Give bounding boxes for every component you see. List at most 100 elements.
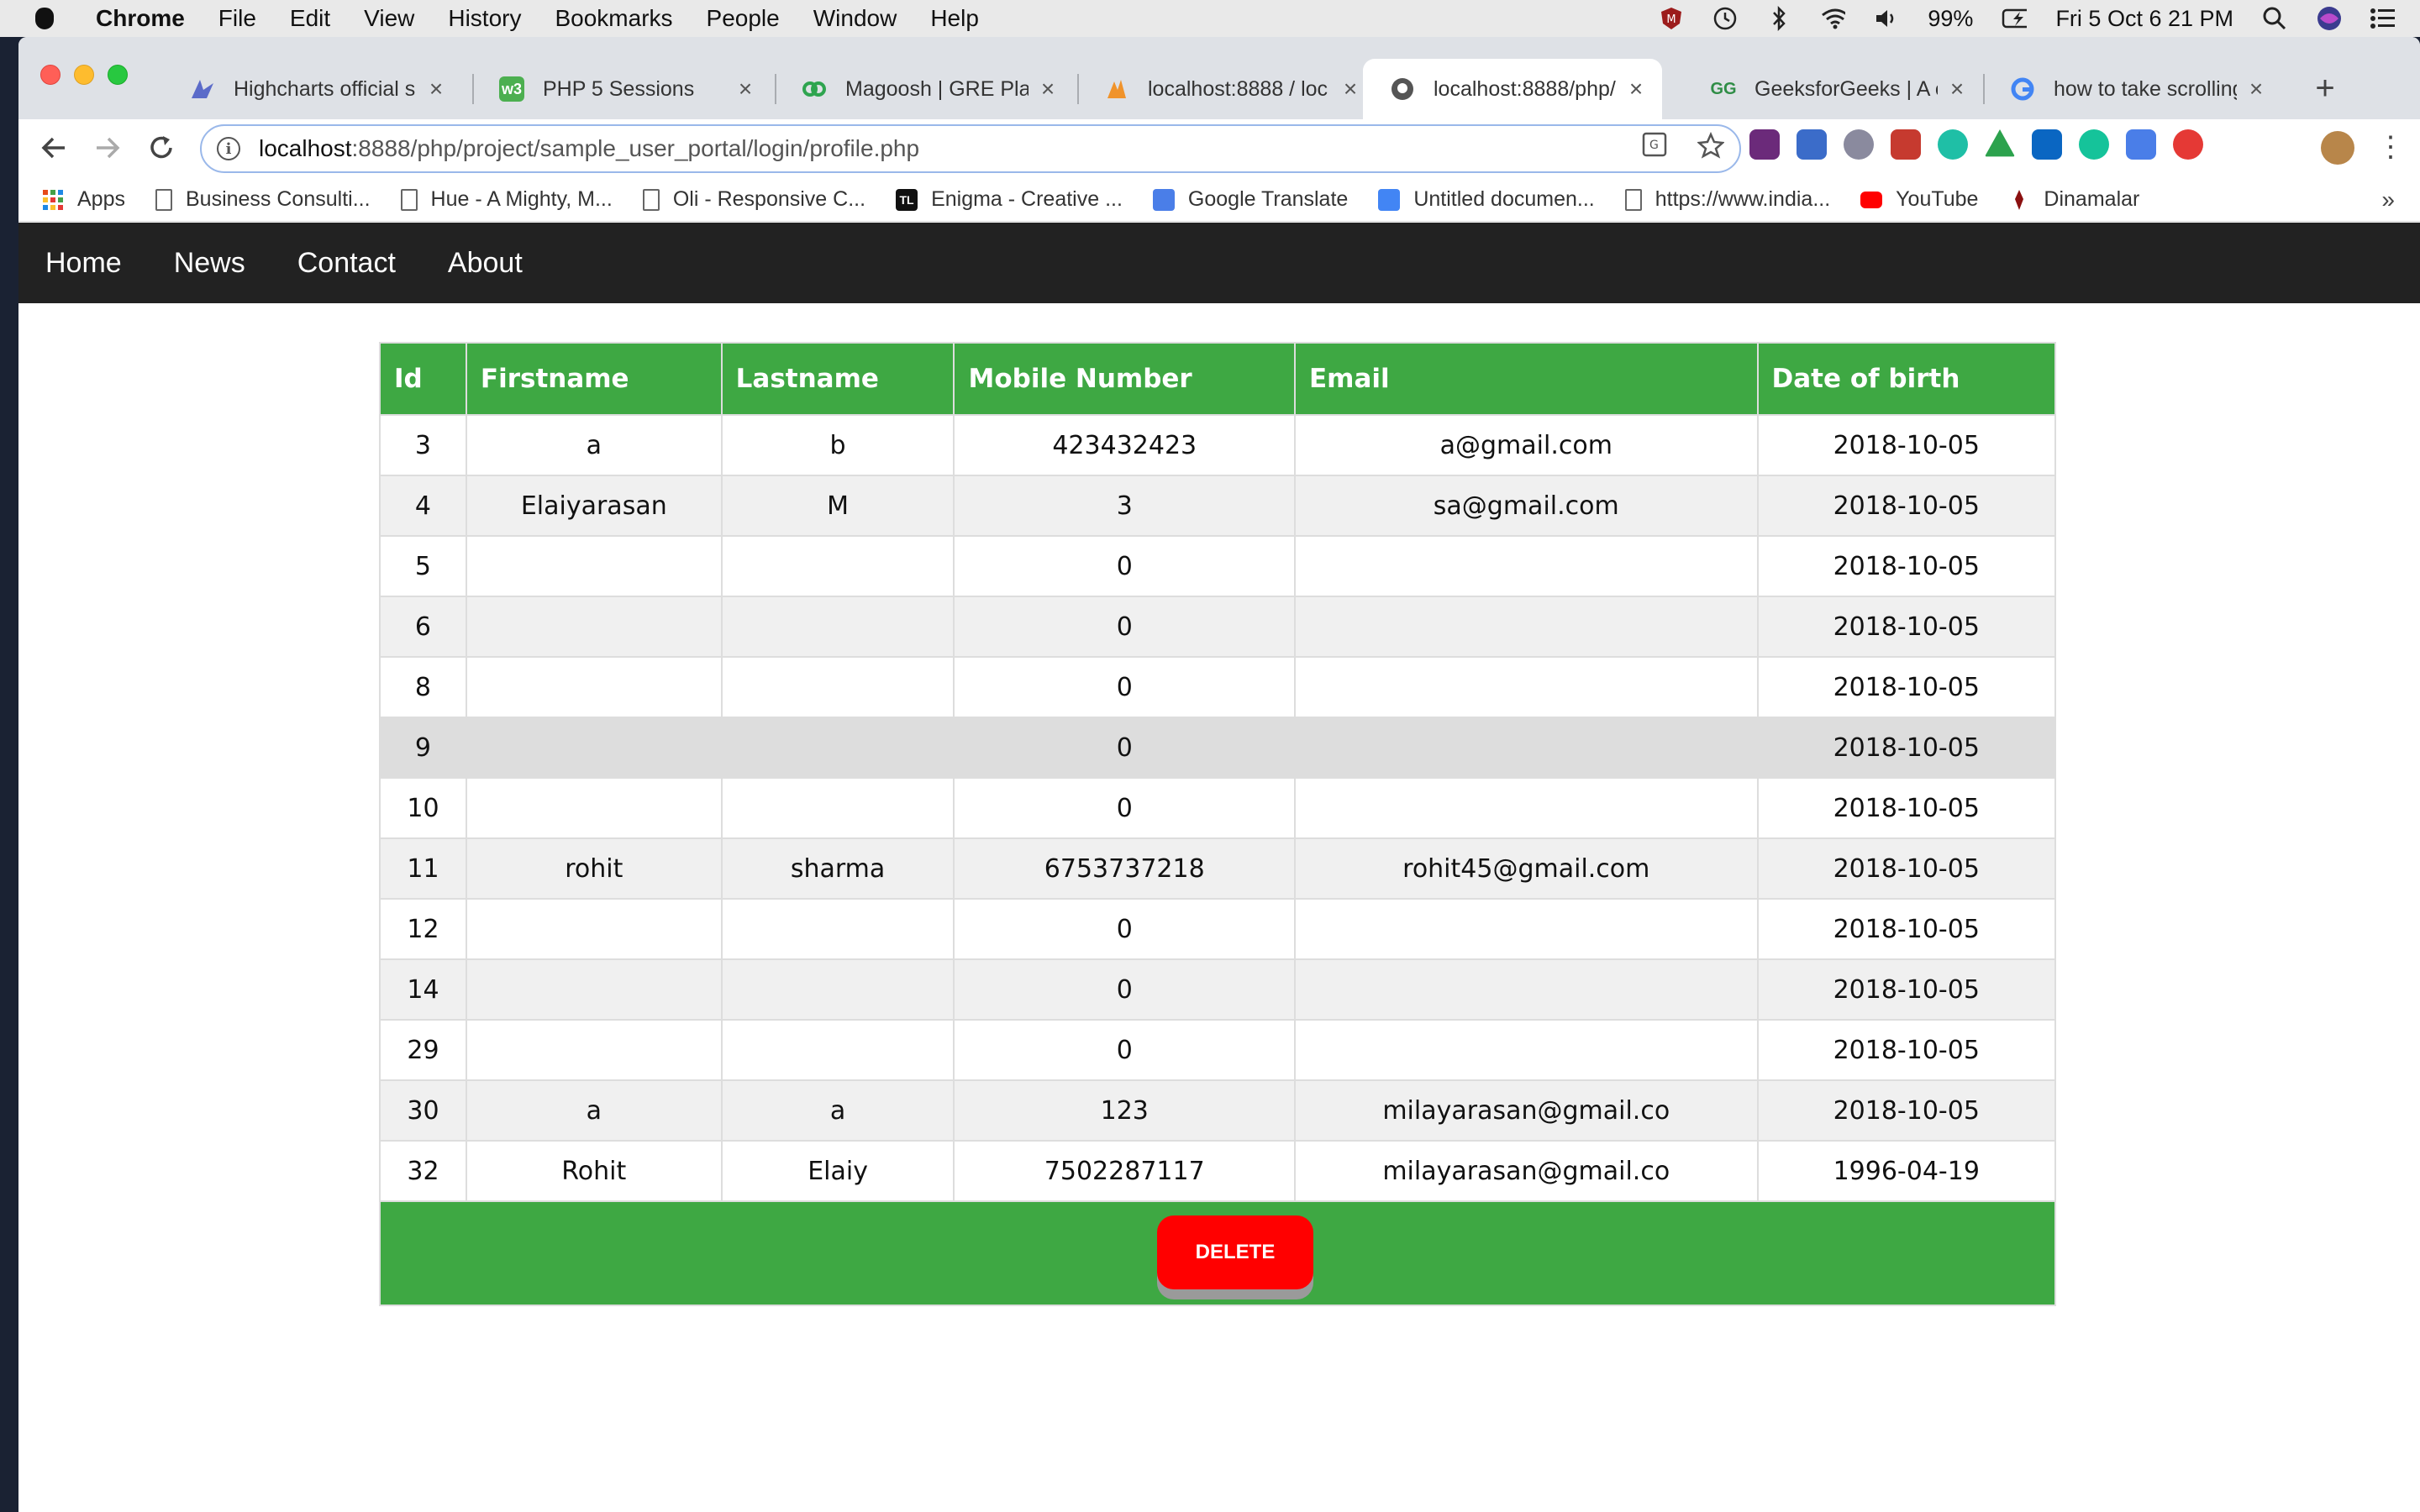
highcharts-favicon-icon: [190, 76, 215, 102]
table-row[interactable]: 5 0 2018-10-05: [379, 535, 2057, 597]
cell-lastname: [720, 958, 955, 1021]
battery-icon[interactable]: [2002, 7, 2028, 30]
cell-lastname: [720, 777, 955, 839]
table-row[interactable]: 6 0 2018-10-05: [379, 596, 2057, 658]
cell-dob: 2018-10-05: [1756, 958, 2057, 1021]
table-row[interactable]: 9 0 2018-10-05: [379, 717, 2057, 779]
bookmark-india[interactable]: https://www.india...: [1624, 187, 1831, 212]
menu-view[interactable]: View: [364, 5, 414, 32]
volume-icon[interactable]: [1874, 7, 1899, 30]
site-info-icon[interactable]: i: [217, 137, 240, 160]
chrome-menu-icon[interactable]: ⋮: [2376, 128, 2405, 166]
grammarly-icon[interactable]: [2079, 129, 2109, 160]
bookmark-label: Untitled documen...: [1413, 187, 1595, 211]
bookmark-google-translate[interactable]: Google Translate: [1152, 187, 1348, 212]
notification-center-icon[interactable]: [2370, 7, 2395, 30]
bookmark-business-consulting[interactable]: Business Consulti...: [155, 187, 371, 212]
table-row[interactable]: 30 a a 123 milayarasan@gmail.co 2018-10-05: [379, 1079, 2057, 1142]
close-tab-icon[interactable]: ×: [734, 76, 756, 102]
tab-google-search[interactable]: how to take scrolling ×: [1983, 59, 2282, 119]
bookmark-hue[interactable]: Hue - A Mighty, M...: [400, 187, 613, 212]
close-tab-icon[interactable]: ×: [1625, 76, 1647, 102]
adblock-icon[interactable]: [2173, 129, 2203, 160]
profile-avatar[interactable]: [2321, 131, 2354, 165]
cell-mobile: 0: [953, 958, 1296, 1021]
svg-text:G: G: [1649, 139, 1659, 152]
table-row[interactable]: 14 0 2018-10-05: [379, 958, 2057, 1021]
close-tab-icon[interactable]: ×: [1946, 76, 1968, 102]
nav-home-link[interactable]: Home: [18, 247, 148, 280]
bookmark-star-icon[interactable]: [1697, 131, 1725, 165]
nav-news-link[interactable]: News: [148, 247, 271, 280]
nav-about-link[interactable]: About: [422, 247, 549, 280]
linkedin-icon[interactable]: [2032, 129, 2062, 160]
table-row[interactable]: 12 0 2018-10-05: [379, 898, 2057, 960]
extension-chat-icon[interactable]: [1844, 129, 1874, 160]
menu-people[interactable]: People: [707, 5, 780, 32]
table-row[interactable]: 8 0 2018-10-05: [379, 656, 2057, 718]
address-bar[interactable]: i localhost:8888/php/project/sample_user…: [200, 124, 1741, 173]
tab-geeksforgeeks[interactable]: GG GeeksforGeeks | A c ×: [1684, 59, 1983, 119]
cell-dob: 2018-10-05: [1756, 656, 2057, 718]
new-tab-button[interactable]: +: [2304, 67, 2346, 109]
siri-icon[interactable]: [2316, 7, 2341, 30]
time-machine-icon[interactable]: [1712, 7, 1738, 30]
menu-help[interactable]: Help: [930, 5, 979, 32]
delete-button[interactable]: DELETE: [1157, 1215, 1313, 1289]
table-row[interactable]: 32 Rohit Elaiy 7502287117 milayarasan@gmail.…: [379, 1140, 2057, 1202]
tab-phpmyadmin[interactable]: localhost:8888 / loc ×: [1077, 59, 1376, 119]
menu-window[interactable]: Window: [813, 5, 897, 32]
bookmark-enigma[interactable]: TL Enigma - Creative ...: [896, 187, 1123, 212]
bookmark-oli[interactable]: Oli - Responsive C...: [642, 187, 865, 212]
extension-book-icon[interactable]: [1891, 129, 1921, 160]
tab-magoosh[interactable]: Magoosh | GRE Plan ×: [775, 59, 1074, 119]
extension-calendar-icon[interactable]: [1797, 129, 1827, 160]
apple-logo-icon[interactable]: [35, 8, 54, 29]
back-button[interactable]: [35, 129, 72, 166]
tab-php-sessions[interactable]: w3 PHP 5 Sessions ×: [472, 59, 771, 119]
translate-page-icon[interactable]: G: [1642, 132, 1667, 165]
menubar-clock[interactable]: Fri 5 Oct 6 21 PM: [2055, 6, 2233, 32]
close-tab-icon[interactable]: ×: [1037, 76, 1059, 102]
bookmarks-overflow-icon[interactable]: »: [2381, 186, 2395, 213]
google-translate-extension-icon[interactable]: [2126, 129, 2156, 160]
extension-x-icon[interactable]: [1749, 129, 1780, 160]
close-window-button[interactable]: [40, 65, 60, 85]
close-tab-icon[interactable]: ×: [1339, 76, 1361, 102]
table-row[interactable]: 4 Elaiyarasan M 3 sa@gmail.com 2018-10-05: [379, 475, 2057, 537]
cell-email: [1294, 1019, 1759, 1081]
forward-button[interactable]: [89, 129, 126, 166]
table-row[interactable]: 29 0 2018-10-05: [379, 1019, 2057, 1081]
menu-bookmarks[interactable]: Bookmarks: [555, 5, 672, 32]
bookmark-untitled-document[interactable]: Untitled documen...: [1378, 187, 1595, 212]
page-icon: [155, 188, 172, 211]
table-row[interactable]: 10 0 2018-10-05: [379, 777, 2057, 839]
nav-contact-link[interactable]: Contact: [271, 247, 422, 280]
menu-edit[interactable]: Edit: [290, 5, 330, 32]
bookmark-label: Hue - A Mighty, M...: [430, 187, 613, 211]
menu-history[interactable]: History: [448, 5, 521, 32]
menu-file[interactable]: File: [218, 5, 256, 32]
table-row[interactable]: 11 rohit sharma 6753737218 rohit45@gmail.com…: [379, 837, 2057, 900]
bookmark-dinamalar[interactable]: Dinamalar: [2008, 187, 2139, 212]
table-row[interactable]: 3 a b 423432423 a@gmail.com 2018-10-05: [379, 414, 2057, 476]
spotlight-search-icon[interactable]: [2262, 7, 2287, 30]
reload-button[interactable]: [143, 129, 180, 166]
close-tab-icon[interactable]: ×: [425, 76, 447, 102]
bookmark-label: https://www.india...: [1655, 187, 1831, 211]
tab-profile-active[interactable]: localhost:8888/php/ ×: [1363, 59, 1662, 119]
google-drive-icon[interactable]: [1985, 129, 2015, 157]
bookmark-apps[interactable]: Apps: [42, 187, 125, 212]
tab-highcharts[interactable]: Highcharts official s ×: [163, 59, 462, 119]
bookmark-youtube[interactable]: YouTube: [1860, 187, 1978, 212]
cell-email: [1294, 656, 1759, 718]
wifi-icon[interactable]: [1820, 7, 1846, 30]
minimize-window-button[interactable]: [74, 65, 94, 85]
extension-face-icon[interactable]: [1938, 129, 1968, 160]
bluetooth-icon[interactable]: [1766, 6, 1791, 31]
close-tab-icon[interactable]: ×: [2245, 76, 2267, 102]
cell-id: 11: [379, 837, 467, 900]
menu-app-name[interactable]: Chrome: [96, 5, 185, 32]
mcafee-shield-icon[interactable]: M: [1659, 7, 1684, 30]
fullscreen-window-button[interactable]: [108, 65, 128, 85]
